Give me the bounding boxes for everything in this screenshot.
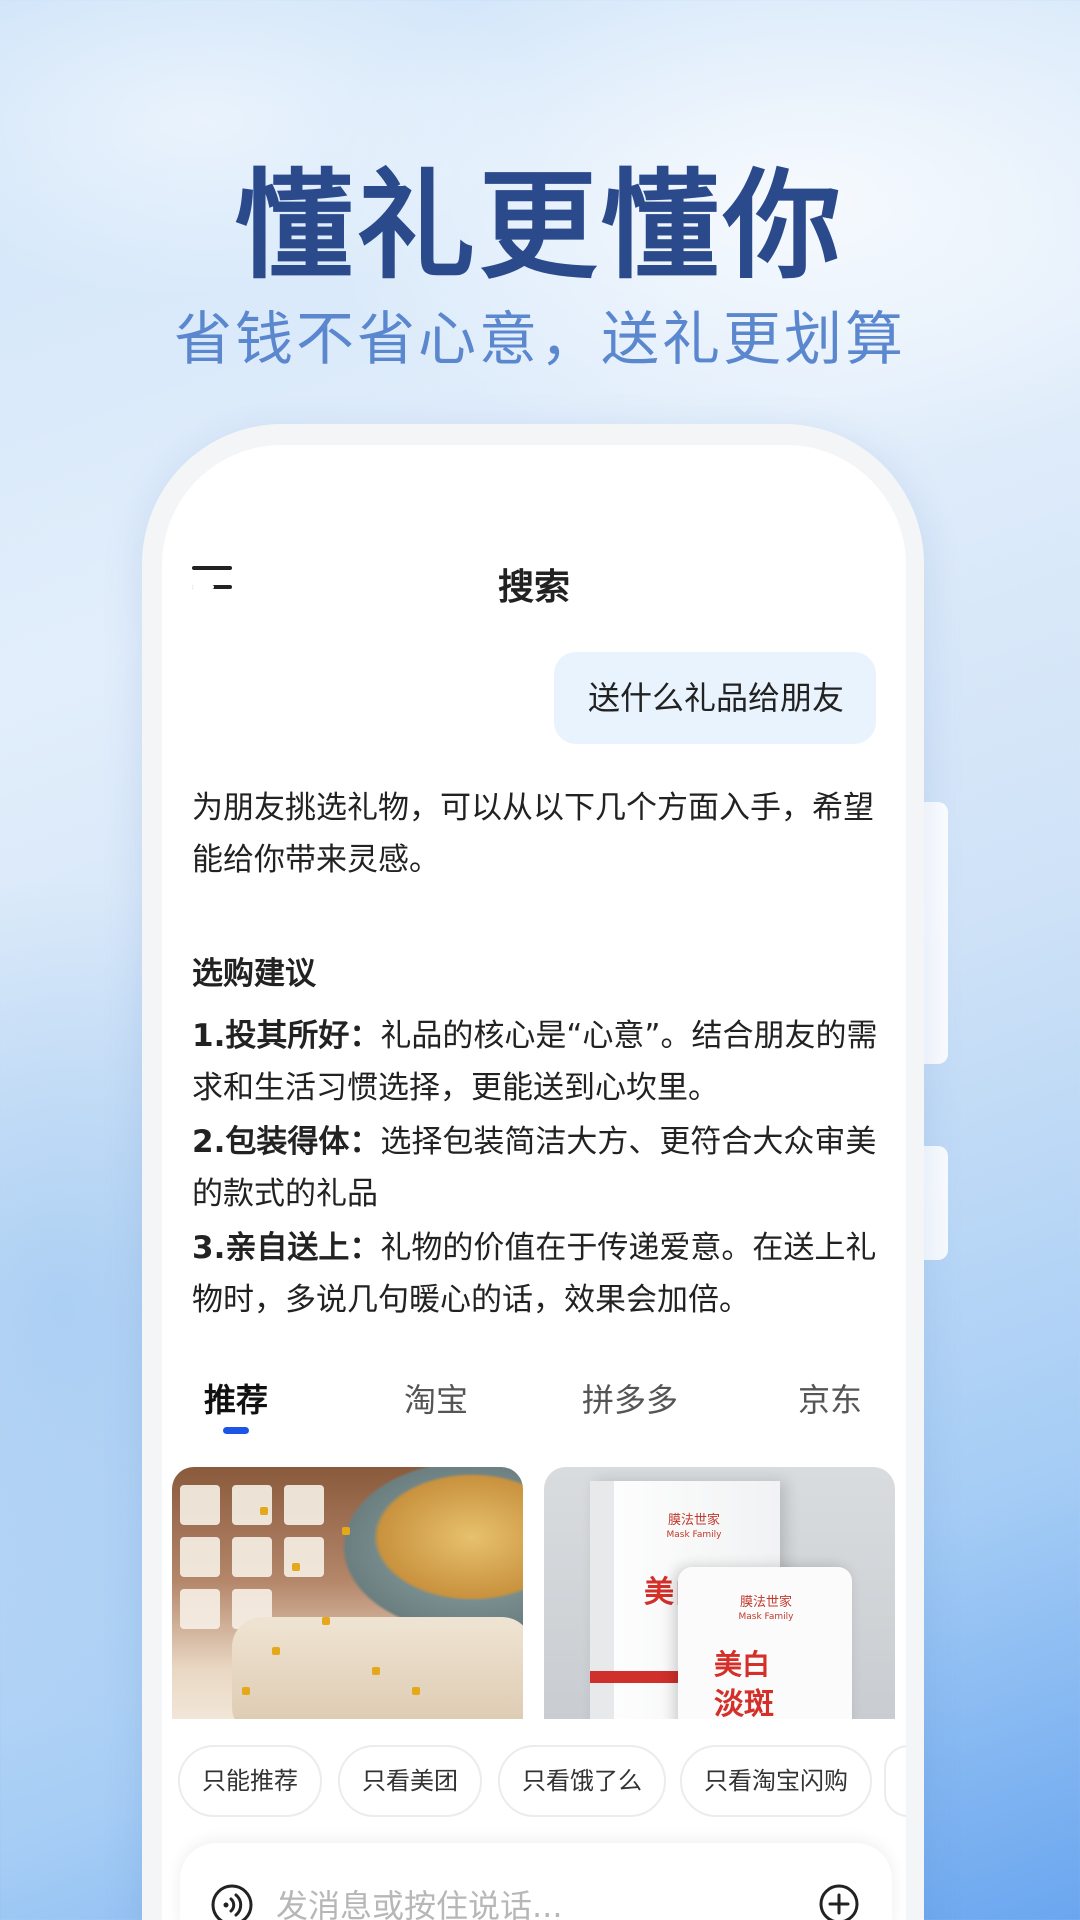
chip-more[interactable] [884,1745,906,1817]
chip-meituan-only[interactable]: 只看美团 [338,1745,482,1817]
reply-tip-2: 2.包装得体：选择包装简洁大方、更符合大众审美的款式的礼品 [192,1116,882,1220]
chip-taobao-flash-only[interactable]: 只看淘宝闪购 [680,1745,872,1817]
background-card-edge [920,802,948,1064]
voice-icon[interactable] [210,1883,254,1920]
hero-title: 懂礼更懂你 [234,157,845,295]
page-title: 搜索 [497,567,570,608]
platform-tabs: 推荐 淘宝 拼多多 京东 [162,1375,906,1455]
product-card-food[interactable] [172,1467,523,1719]
mask-box-spine [590,1481,614,1719]
osmanthus-flake [260,1507,268,1515]
active-tab-indicator [223,1427,249,1434]
reply-tip-3: 3.亲自送上：礼物的价值在于传递爱意。在送上礼物时，多说几句暖心的话，效果会加倍… [192,1222,882,1326]
mask-sheet-brand: 膜法世家 Mask Family [738,1595,794,1622]
filter-chips: 只能推荐 只看美团 只看饿了么 只看淘宝闪购 [162,1745,906,1825]
tab-pinduoduo[interactable]: 拼多多 [582,1375,678,1421]
mask-sheet-label-2: 淡斑 [714,1687,774,1719]
tip-label: 1.投其所好： [192,1018,381,1054]
mask-sheet-label-1: 美白 [714,1648,771,1681]
mask-box-brand: 膜法世家 Mask Family [666,1513,722,1540]
product-card-mask[interactable]: 膜法世家 Mask Family 美白 膜法世家 Mask Family 美白 … [544,1467,895,1719]
chip-recommend-only[interactable]: 只能推荐 [178,1745,322,1817]
message-input-bar: 发消息或按住说话... [180,1843,892,1920]
background-card-edge [920,1146,948,1260]
osmanthus-flake [342,1527,350,1535]
tip-label: 3.亲自送上： [192,1230,381,1266]
reply-section-title: 选购建议 [192,956,316,992]
reply-tip-1: 1.投其所好：礼品的核心是“心意”。结合朋友的需求和生活习惯选择，更能送到心坎里… [192,1010,882,1114]
phone-screen: 搜索 送什么礼品给朋友 为朋友挑选礼物，可以从以下几个方面入手，希望能给你带来灵… [162,445,906,1920]
tab-jingdong[interactable]: 京东 [798,1375,862,1421]
tip-label: 2.包装得体： [192,1124,381,1160]
osmanthus-flake [272,1647,280,1655]
osmanthus-flake [322,1617,330,1625]
osmanthus-flake [372,1667,380,1675]
tab-recommend[interactable]: 推荐 [204,1375,268,1421]
osmanthus-flake [242,1687,250,1695]
osmanthus-flake [292,1563,300,1571]
user-message-bubble: 送什么礼品给朋友 [554,652,876,744]
hero-subtitle: 省钱不省心意，送礼更划算 [173,305,906,373]
message-input[interactable]: 发消息或按住说话... [276,1881,563,1920]
reply-intro: 为朋友挑选礼物，可以从以下几个方面入手，希望能给你带来灵感。 [192,790,874,878]
plus-circle-icon[interactable] [818,1883,860,1920]
mask-box-stripe [590,1671,690,1683]
osmanthus-flake [412,1687,420,1695]
tab-taobao[interactable]: 淘宝 [404,1375,468,1421]
chip-eleme-only[interactable]: 只看饿了么 [498,1745,666,1817]
app-header: 搜索 [162,550,906,610]
